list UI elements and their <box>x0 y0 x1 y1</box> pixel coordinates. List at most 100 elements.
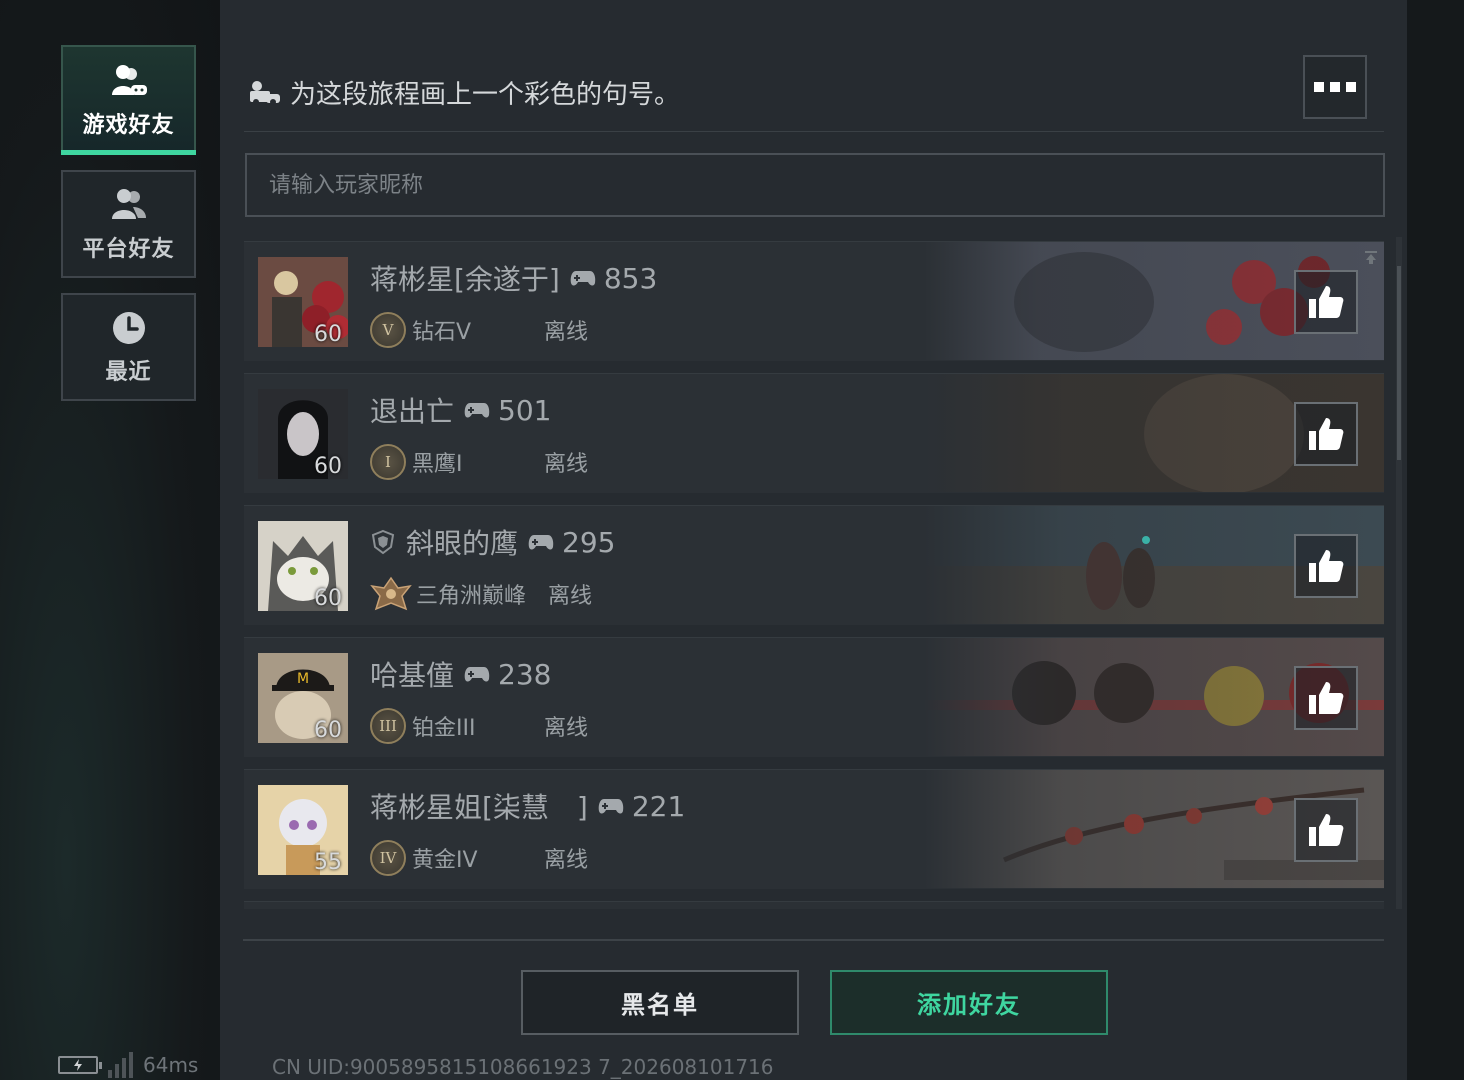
signal-icon <box>108 1052 133 1078</box>
platform-friends-icon <box>111 189 146 219</box>
friends-screen: 游戏好友 平台好友 最近 64ms 为这段旅程画上一个彩色的句号。 请输入玩家昵… <box>0 0 1464 1080</box>
scroll-to-top-icon[interactable] <box>1364 250 1378 264</box>
score: 221 <box>598 790 685 823</box>
avatar[interactable]: 60 <box>258 521 348 611</box>
score-value: 853 <box>603 261 658 295</box>
info-line: I 黑鹰I 离线 <box>370 444 588 480</box>
friend-row[interactable]: M 60 哈基僮 238 III 铂金III 离线 <box>244 637 1384 757</box>
gamepad-icon <box>464 403 490 418</box>
thumbs-up-icon <box>1309 550 1344 582</box>
add-friend-button[interactable]: 添加好友 <box>830 970 1108 1035</box>
score-value: 501 <box>498 393 552 427</box>
level-text: 60 <box>314 322 342 347</box>
level-text: 55 <box>314 850 342 875</box>
more-dots-icon <box>1314 82 1324 92</box>
game-friends-icon <box>111 65 147 95</box>
divider <box>244 131 1384 132</box>
avatar[interactable]: 55 <box>258 785 348 875</box>
more-button[interactable] <box>1303 55 1367 119</box>
score-value: 238 <box>498 657 552 691</box>
name-line: 退出亡 501 <box>370 390 551 430</box>
thumbs-up-icon <box>1309 286 1344 318</box>
gamepad-icon <box>464 667 490 682</box>
online-status: 离线 <box>544 716 589 741</box>
score-value: 295 <box>562 525 616 559</box>
score: 853 <box>570 262 657 295</box>
nav-platform-friends-label: 平台好友 <box>82 237 175 262</box>
signature-text: 为这段旅程画上一个彩色的句号。 <box>290 80 681 110</box>
friend-name: 退出亡 <box>370 395 455 428</box>
online-status: 离线 <box>548 584 593 609</box>
uid-text: CN UID:9005895815108661923 7_20260810171… <box>272 1055 774 1079</box>
name-line: 蒋彬星姐[柒慧 ] 221 <box>370 786 685 826</box>
friend-name: 蒋彬星[余遂于] <box>370 263 560 296</box>
online-status: 离线 <box>544 452 589 477</box>
friend-row[interactable]: 60 斜眼的鹰 295 三角洲巅峰 离线 <box>244 505 1384 625</box>
scrollbar-thumb[interactable] <box>1397 266 1401 460</box>
name-line: 哈基僮 238 <box>370 654 551 694</box>
left-background <box>0 0 220 1080</box>
score: 295 <box>528 526 615 559</box>
friend-row[interactable] <box>244 901 1384 909</box>
rank-badge-icon: I <box>370 444 406 480</box>
game-car-icon <box>250 80 280 105</box>
info-line: 三角洲巅峰 离线 <box>370 576 592 612</box>
battery-icon <box>58 1056 102 1074</box>
rank-badge-icon: III <box>370 708 406 744</box>
thumbs-up-icon <box>1309 682 1344 714</box>
divider <box>243 939 1384 941</box>
friend-list[interactable]: 60 蒋彬星[余遂于] 853 V 钻石V 离线 60 退出亡 501 I 黑鹰… <box>244 241 1384 909</box>
gamepad-icon <box>528 535 554 550</box>
nav-game-friends-label: 游戏好友 <box>82 113 175 138</box>
name-line: 斜眼的鹰 295 <box>370 522 615 562</box>
shield-icon <box>371 529 395 555</box>
info-line: V 钻石V 离线 <box>370 312 588 348</box>
player-name-input[interactable] <box>269 172 1383 198</box>
like-button[interactable] <box>1294 798 1358 862</box>
rank-name: 黄金IV <box>412 848 478 873</box>
svg-text:M: M <box>297 671 309 687</box>
avatar[interactable]: 60 <box>258 257 348 347</box>
gamepad-icon <box>598 799 624 814</box>
nav-recent-label: 最近 <box>105 360 152 385</box>
avatar[interactable]: 60 <box>258 389 348 479</box>
like-button[interactable] <box>1294 666 1358 730</box>
avatar[interactable]: M 60 <box>258 653 348 743</box>
ping-text: 64ms <box>143 1053 199 1077</box>
online-status: 离线 <box>544 848 589 873</box>
friend-row[interactable]: 60 退出亡 501 I 黑鹰I 离线 <box>244 373 1384 493</box>
search-box[interactable] <box>245 153 1385 217</box>
info-line: III 铂金III 离线 <box>370 708 588 744</box>
rank-badge-icon: IV <box>370 840 406 876</box>
rank-name: 三角洲巅峰 <box>416 584 527 609</box>
score: 238 <box>464 658 551 691</box>
right-background <box>1407 0 1464 1080</box>
like-button[interactable] <box>1294 402 1358 466</box>
online-status: 离线 <box>544 320 589 345</box>
nav-platform-friends[interactable]: 平台好友 <box>61 170 196 278</box>
score: 501 <box>464 394 551 427</box>
level-text: 60 <box>314 586 342 611</box>
level-text: 60 <box>314 718 342 743</box>
level-text: 60 <box>314 454 342 479</box>
blacklist-button[interactable]: 黑名单 <box>521 970 799 1035</box>
friend-name: 蒋彬星姐[柒慧 ] <box>370 791 588 824</box>
friend-row[interactable]: 55 蒋彬星姐[柒慧 ] 221 IV 黄金IV 离线 <box>244 769 1384 889</box>
nav-game-friends[interactable]: 游戏好友 <box>61 45 196 155</box>
peak-rank-icon <box>370 576 412 611</box>
thumbs-up-icon <box>1309 418 1344 450</box>
like-button[interactable] <box>1294 270 1358 334</box>
friend-row[interactable]: 60 蒋彬星[余遂于] 853 V 钻石V 离线 <box>244 241 1384 361</box>
clock-icon <box>112 312 145 344</box>
name-line: 蒋彬星[余遂于] 853 <box>370 258 657 298</box>
signature-line: 为这段旅程画上一个彩色的句号。 <box>248 74 680 111</box>
rank-name: 钻石V <box>412 320 472 345</box>
nav-recent[interactable]: 最近 <box>61 293 196 401</box>
rank-name: 铂金III <box>412 716 476 741</box>
thumbs-up-icon <box>1309 814 1344 846</box>
status-bar: 64ms <box>58 1052 198 1078</box>
gamepad-icon <box>570 271 596 286</box>
info-line: IV 黄金IV 离线 <box>370 840 588 876</box>
rank-name: 黑鹰I <box>412 452 463 477</box>
like-button[interactable] <box>1294 534 1358 598</box>
